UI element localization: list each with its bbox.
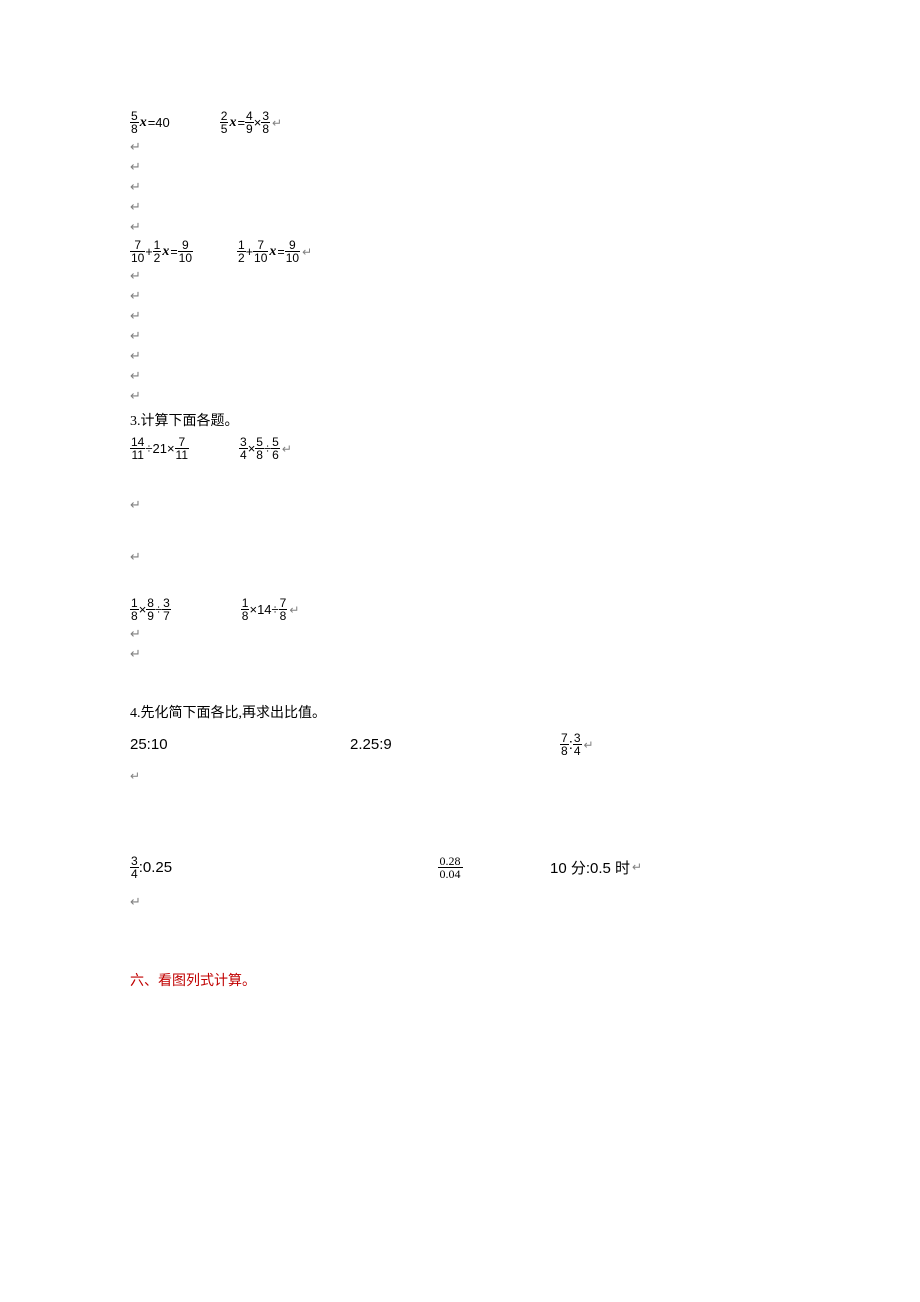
calc-1-2: 34 × 58 ÷ 56 ↵	[239, 436, 292, 461]
calc-row-2: 18 × 89 ÷ 37 18 ×14÷ 78 ↵	[130, 597, 790, 622]
para-mark-icon: ↵	[130, 288, 790, 304]
ratio-2-1: 34 :0.25	[130, 854, 350, 880]
x-var: x	[162, 244, 169, 260]
ratio-row-1: 25:10 2.25:9 78 : 34 ↵	[130, 732, 790, 757]
ratio-2-2: 0.28 0.04	[350, 854, 550, 880]
para-mark-icon: ↵	[282, 442, 292, 456]
para-mark-icon: ↵	[584, 738, 594, 752]
heading-3: 3.计算下面各题。	[130, 410, 790, 430]
heading-4: 4.先化简下面各比,再求出比值。	[130, 702, 790, 722]
para-mark-icon: ↵	[130, 626, 790, 642]
equation-row-2: 710 + 12 x = 910 12 + 710 x = 910 ↵	[130, 239, 790, 264]
ratio-1-2: 2.25:9	[350, 732, 560, 757]
para-mark-icon: ↵	[289, 603, 299, 617]
para-mark-icon: ↵	[130, 199, 790, 215]
para-mark-icon: ↵	[130, 268, 790, 284]
para-mark-icon: ↵	[632, 860, 642, 874]
calc-row-1: 1411 ÷21× 711 34 × 58 ÷ 56 ↵	[130, 436, 790, 461]
para-mark-icon: ↵	[130, 388, 790, 404]
x-var: x	[229, 115, 236, 131]
para-mark-icon: ↵	[130, 497, 790, 513]
ratio-2-3: 10 分:0.5 时 ↵	[550, 854, 642, 880]
x-var: x	[269, 244, 276, 260]
para-mark-icon: ↵	[130, 769, 790, 784]
calc-1-1: 1411 ÷21× 711	[130, 436, 189, 461]
equation-1-2: 25 x = 49 × 38 ↵	[220, 110, 282, 135]
ratio-1-3: 78 : 34 ↵	[560, 732, 594, 757]
para-mark-icon: ↵	[130, 894, 790, 910]
calc-2-1: 18 × 89 ÷ 37	[130, 597, 171, 622]
para-mark-icon: ↵	[130, 139, 790, 155]
equation-1-1: 58 x =40	[130, 110, 170, 135]
para-mark-icon: ↵	[302, 245, 312, 259]
frac-den: 8	[130, 122, 139, 135]
para-mark-icon: ↵	[130, 368, 790, 384]
para-mark-icon: ↵	[130, 549, 790, 565]
para-mark-icon: ↵	[130, 179, 790, 195]
para-mark-icon: ↵	[130, 159, 790, 175]
para-mark-icon: ↵	[272, 116, 282, 130]
equation-2-1: 710 + 12 x = 910	[130, 239, 193, 264]
para-mark-icon: ↵	[130, 348, 790, 364]
eq-rhs: =40	[148, 115, 170, 130]
ratio-row-2: 34 :0.25 0.28 0.04 10 分:0.5 时 ↵	[130, 854, 790, 880]
frac-num: 5	[130, 110, 139, 122]
x-var: x	[140, 115, 147, 131]
ratio-1-1: 25:10	[130, 732, 350, 757]
para-mark-icon: ↵	[130, 328, 790, 344]
calc-2-2: 18 ×14÷ 78 ↵	[241, 597, 300, 622]
para-mark-icon: ↵	[130, 308, 790, 324]
para-mark-icon: ↵	[130, 219, 790, 235]
equation-2-2: 12 + 710 x = 910 ↵	[237, 239, 312, 264]
para-mark-icon: ↵	[130, 646, 790, 662]
heading-6: 六、看图列式计算。	[130, 970, 790, 990]
equation-row-1: 58 x =40 25 x = 49 × 38 ↵	[130, 110, 790, 135]
